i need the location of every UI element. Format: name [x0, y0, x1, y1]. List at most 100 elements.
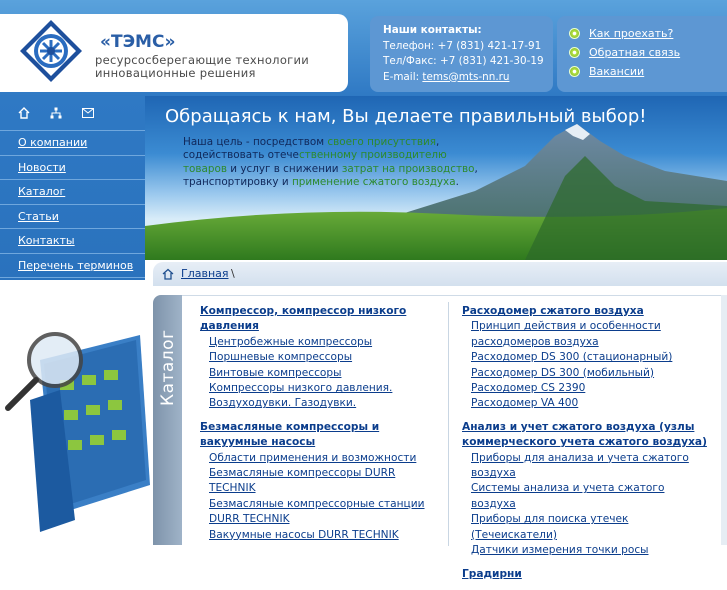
catalog-item-link[interactable]: Расходомер DS 300 (мобильный): [471, 367, 654, 379]
nav-item-label[interactable]: Новости: [18, 161, 66, 174]
logo-block[interactable]: «ТЭМС» ресурсосберегающие технологии инн…: [0, 14, 348, 92]
catalog-item-link[interactable]: Расходомер VA 400: [471, 397, 578, 409]
nav-item-glossary[interactable]: Перечень терминов: [0, 252, 145, 278]
catalog-item[interactable]: Воздуходувки. Газодувки.: [209, 396, 438, 411]
catalog-item-link[interactable]: Области применения и возможности: [209, 452, 416, 464]
tagline-line-2: инновационные решения: [95, 66, 256, 80]
catalog-item[interactable]: Расходомер CS 2390: [471, 381, 712, 396]
nav-item-label[interactable]: Контакты: [18, 234, 75, 247]
catalog-item-link[interactable]: Винтовые компрессоры: [209, 367, 341, 379]
catalog-group-title[interactable]: Безмасляные компрессоры и вакуумные насо…: [200, 421, 379, 448]
right-edge-strip: [721, 295, 727, 545]
contacts-block: Наши контакты: Телефон: +7 (831) 421-17-…: [370, 16, 553, 92]
catalog-item-link[interactable]: Расходомер DS 300 (стационарный): [471, 351, 672, 363]
catalog-item[interactable]: Приборы для поиска утечек (Течеискатели): [471, 512, 712, 543]
catalog-group: Компрессор, компрессор низкого давления …: [200, 304, 438, 412]
catalog-item[interactable]: Винтовые компрессоры: [209, 366, 438, 381]
quick-link-vacancies[interactable]: Вакансии: [569, 62, 727, 81]
catalog-item-link[interactable]: Вакуумные насосы DURR TECHNIK: [209, 529, 399, 541]
home-icon[interactable]: [162, 268, 174, 280]
hero-text-part: и услуг в снижении: [226, 162, 342, 175]
catalog-item-link[interactable]: Расходомер CS 2390: [471, 382, 585, 394]
brand-tagline: ресурсосберегающие технологии инновацион…: [95, 54, 309, 80]
main-menu: О компании Новости Каталог Статьи Контак…: [0, 130, 145, 278]
hero-slogan: Обращаясь к нам, Вы делаете правильный в…: [165, 106, 647, 127]
nav-item-contacts[interactable]: Контакты: [0, 228, 145, 253]
nav-item-label[interactable]: О компании: [18, 136, 87, 149]
quick-links: Как проехать? Обратная связь Вакансии: [557, 16, 727, 92]
breadcrumb-home-link[interactable]: Главная: [181, 262, 229, 286]
quick-link-label[interactable]: Как проехать?: [589, 27, 673, 40]
company-logo-emblem: [20, 20, 82, 82]
nav-item-label[interactable]: Каталог: [18, 185, 65, 198]
nav-icon-bar: [0, 96, 145, 130]
catalog-item-link[interactable]: Безмасляные компрессоры DURR TECHNIK: [209, 467, 395, 494]
hero-text-highlight: затрат на производство: [341, 162, 475, 175]
nav-item-catalog[interactable]: Каталог: [0, 179, 145, 204]
contacts-email-link[interactable]: tems@mts-nn.ru: [422, 71, 509, 83]
contacts-email-row: E-mail: tems@mts-nn.ru: [383, 70, 553, 86]
catalog-group-title[interactable]: Компрессор, компрессор низкого давления: [200, 305, 406, 332]
mail-icon[interactable]: [81, 106, 95, 120]
catalog-item[interactable]: Системы анализа и учета сжатого воздуха: [471, 481, 712, 512]
catalog-item[interactable]: Компрессоры низкого давления.: [209, 381, 438, 396]
nav-item-articles[interactable]: Статьи: [0, 203, 145, 229]
catalog-item[interactable]: Безмасляные компрессоры DURR TECHNIK: [209, 466, 438, 497]
catalog-column-right: Расходомер сжатого воздуха Принцип дейст…: [462, 304, 712, 590]
left-illustration-area: [0, 280, 153, 545]
nav-item-about[interactable]: О компании: [0, 130, 145, 155]
catalog-item-link[interactable]: Приборы для анализа и учета сжатого возд…: [471, 452, 689, 479]
catalog-item[interactable]: Области применения и возможности: [209, 451, 438, 466]
catalog-item[interactable]: Расходомер VA 400: [471, 396, 712, 411]
sidebar-nav: О компании Новости Каталог Статьи Контак…: [0, 96, 145, 280]
catalog-group-items: Приборы для анализа и учета сжатого возд…: [462, 451, 712, 559]
catalog-item[interactable]: Безмасляные компрессорные станции DURR T…: [209, 497, 438, 528]
catalog-item[interactable]: Расходомер DS 300 (мобильный): [471, 366, 712, 381]
catalog-item-link[interactable]: Компрессоры низкого давления.: [209, 382, 392, 394]
catalog-item-link[interactable]: Центробежные компрессоры: [209, 336, 372, 348]
catalog-item-link[interactable]: Датчики измерения точки росы: [471, 544, 649, 556]
catalog-group-title[interactable]: Анализ и учет сжатого воздуха (узлы комм…: [462, 421, 707, 448]
quick-link-directions[interactable]: Как проехать?: [569, 24, 727, 43]
contacts-phone: Телефон: +7 (831) 421-17-91: [383, 39, 542, 52]
brand-name: «ТЭМС»: [100, 32, 176, 52]
quick-link-feedback[interactable]: Обратная связь: [569, 43, 727, 62]
catalog-item[interactable]: Вакуумные насосы DURR TECHNIK: [209, 528, 438, 543]
catalog-column-left: Компрессор, компрессор низкого давления …: [200, 304, 438, 551]
catalog-brochure-magnifier-image: [5, 332, 150, 532]
catalog-item-link[interactable]: Безмасляные компрессорные станции DURR T…: [209, 498, 425, 525]
nav-item-label[interactable]: Перечень терминов: [18, 259, 133, 272]
nav-item-news[interactable]: Новости: [0, 154, 145, 180]
catalog-group: Анализ и учет сжатого воздуха (узлы комм…: [462, 420, 712, 559]
hero-text-highlight: своего присутствия: [327, 136, 437, 148]
catalog-item[interactable]: Расходомер DS 300 (стационарный): [471, 350, 712, 365]
catalog-item[interactable]: Датчики измерения точки росы: [471, 543, 712, 558]
breadcrumb: Главная \: [153, 262, 727, 286]
quick-link-label[interactable]: Обратная связь: [589, 46, 680, 59]
column-divider: [448, 302, 449, 546]
contacts-email-label: E-mail:: [383, 70, 423, 83]
catalog-item[interactable]: Центробежные компрессоры: [209, 335, 438, 350]
catalog-item-link[interactable]: Воздуходувки. Газодувки.: [209, 397, 356, 409]
hero-text-part: Наша цель - посредством: [183, 136, 328, 148]
catalog-item-link[interactable]: Принцип действия и особенности расходоме…: [471, 320, 661, 347]
catalog-item[interactable]: Поршневые компрессоры: [209, 350, 438, 365]
sitemap-icon[interactable]: [49, 106, 63, 120]
catalog-side-tab: Каталог: [153, 295, 182, 545]
catalog-group: Расходомер сжатого воздуха Принцип дейст…: [462, 304, 712, 412]
catalog-item[interactable]: Приборы для анализа и учета сжатого возд…: [471, 451, 712, 482]
catalog-group: Градирни: [462, 567, 712, 582]
catalog-item-link[interactable]: Системы анализа и учета сжатого воздуха: [471, 482, 664, 509]
bullet-arrow-icon: [569, 66, 580, 77]
catalog-group-title[interactable]: Расходомер сжатого воздуха: [462, 305, 644, 317]
catalog-item-link[interactable]: Приборы для поиска утечек (Течеискатели): [471, 513, 628, 540]
hero-text-highlight: применение сжатого воздуха: [291, 175, 456, 188]
catalog-item[interactable]: Принцип действия и особенности расходоме…: [471, 319, 712, 350]
contacts-title: Наши контакты:: [383, 24, 482, 36]
nav-item-label[interactable]: Статьи: [18, 210, 59, 223]
bullet-arrow-icon: [569, 47, 580, 58]
home-icon[interactable]: [17, 106, 31, 120]
catalog-group-title[interactable]: Градирни: [462, 568, 522, 580]
quick-link-label[interactable]: Вакансии: [589, 65, 644, 78]
catalog-item-link[interactable]: Поршневые компрессоры: [209, 351, 352, 363]
